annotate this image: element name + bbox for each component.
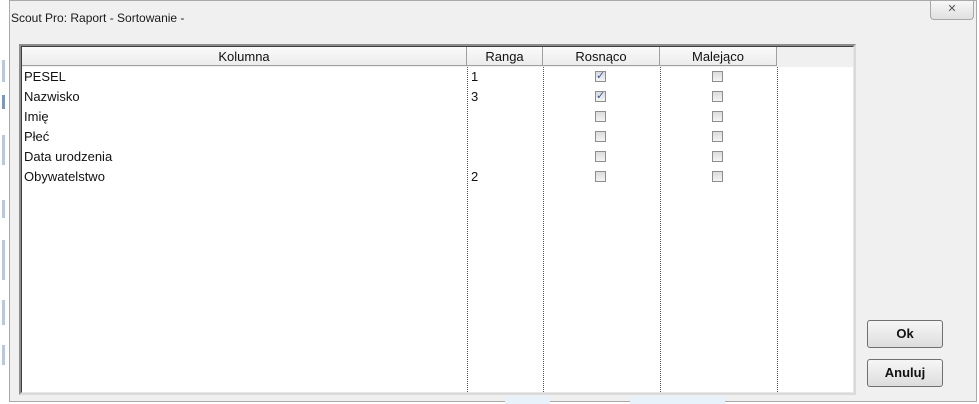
grid-frame: Kolumna Ranga Rosnąco Malejąco PESEL 1 ✓ Na… <box>21 46 854 393</box>
desktop-deco <box>2 200 5 218</box>
malejaco-checkbox[interactable] <box>712 151 723 162</box>
table-row[interactable]: Data urodzenia <box>22 147 777 167</box>
table-row[interactable]: PESEL 1 ✓ <box>22 67 777 87</box>
desktop-deco <box>630 396 725 404</box>
cell-ranga[interactable]: 1 <box>471 67 478 87</box>
table-row[interactable]: Imię <box>22 107 777 127</box>
malejaco-checkbox[interactable] <box>712 111 723 122</box>
window-title: Scout Pro: Raport - Sortowanie - <box>11 11 185 25</box>
malejaco-checkbox[interactable] <box>712 131 723 142</box>
sort-grid[interactable]: Kolumna Ranga Rosnąco Malejąco PESEL 1 ✓ Na… <box>19 44 856 395</box>
cancel-button[interactable]: Anuluj <box>867 359 943 387</box>
table-row[interactable]: Nazwisko 3 ✓ <box>22 87 777 107</box>
desktop-deco <box>2 345 5 365</box>
rosnaco-checkbox[interactable]: ✓ <box>595 70 606 82</box>
header-kolumna[interactable]: Kolumna <box>22 47 467 66</box>
desktop-deco <box>2 300 5 325</box>
rosnaco-checkbox[interactable] <box>595 111 606 122</box>
rosnaco-checkbox[interactable] <box>595 131 606 142</box>
malejaco-checkbox[interactable] <box>712 91 723 102</box>
header-ranga[interactable]: Ranga <box>467 47 543 66</box>
close-button[interactable]: ✕ <box>930 1 974 20</box>
cell-kolumna: Obywatelstwo <box>24 169 105 184</box>
column-divider <box>777 67 778 392</box>
check-icon: ✓ <box>596 90 606 102</box>
malejaco-checkbox[interactable] <box>712 71 723 82</box>
rosnaco-checkbox[interactable] <box>595 151 606 162</box>
grid-header: Kolumna Ranga Rosnąco Malejąco <box>22 47 853 67</box>
table-row[interactable]: Obywatelstwo 2 <box>22 167 777 187</box>
cell-kolumna: Imię <box>24 109 49 124</box>
rosnaco-checkbox[interactable]: ✓ <box>595 90 606 102</box>
desktop-left-strip <box>0 0 8 404</box>
desktop-deco <box>2 240 5 280</box>
ok-button[interactable]: Ok <box>867 320 943 348</box>
cell-ranga[interactable]: 3 <box>471 87 478 107</box>
desktop-deco <box>2 60 5 82</box>
cell-kolumna: Płeć <box>24 129 50 144</box>
title-bar[interactable]: Scout Pro: Raport - Sortowanie - ✕ <box>10 1 976 35</box>
cell-ranga[interactable]: 2 <box>471 167 478 187</box>
close-icon: ✕ <box>947 3 957 15</box>
table-row[interactable]: Płeć <box>22 127 777 147</box>
cell-kolumna: PESEL <box>24 69 66 84</box>
header-malejaco[interactable]: Malejąco <box>660 47 777 66</box>
desktop-deco <box>2 95 5 109</box>
cell-kolumna: Data urodzenia <box>24 149 113 164</box>
desktop-deco <box>2 135 5 165</box>
desktop-deco <box>505 396 550 404</box>
malejaco-checkbox[interactable] <box>712 171 723 182</box>
check-icon: ✓ <box>596 70 606 82</box>
cell-kolumna: Nazwisko <box>24 89 80 104</box>
rosnaco-checkbox[interactable] <box>595 171 606 182</box>
header-rosnaco[interactable]: Rosnąco <box>543 47 660 66</box>
sort-dialog: Scout Pro: Raport - Sortowanie - ✕ Kolum… <box>9 0 977 402</box>
